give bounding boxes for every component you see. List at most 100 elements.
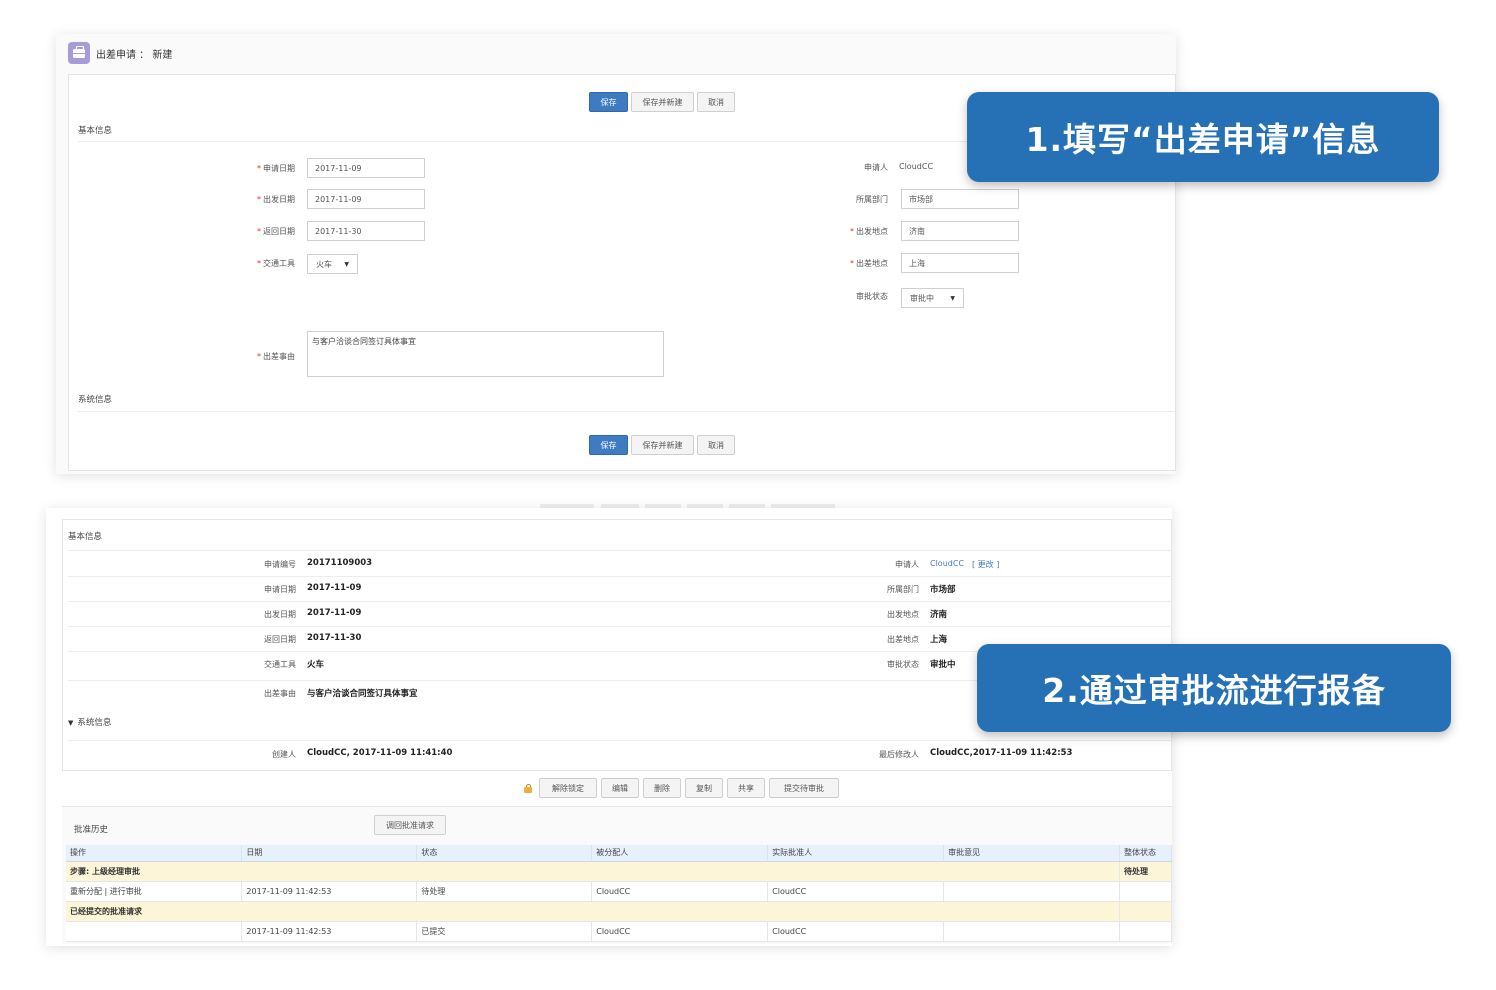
department-value: 市场部 bbox=[930, 585, 956, 595]
applicant-label: 申请人 bbox=[895, 560, 919, 569]
approval-status-select[interactable]: 审批中 ▼ bbox=[901, 288, 964, 308]
column-header: 审批意见 bbox=[943, 845, 1120, 862]
form-header: 出差申请 ： 新建 bbox=[68, 42, 172, 64]
approval-history-title: 批准历史 bbox=[74, 825, 109, 835]
overall-cell bbox=[1119, 921, 1173, 942]
section-system-info-toggle[interactable]: ▼ 系统信息 bbox=[68, 716, 111, 728]
column-header: 日期 bbox=[241, 845, 418, 862]
apply-no-label: 申请编号 bbox=[264, 560, 296, 569]
approver-cell: CloudCC bbox=[767, 921, 945, 942]
step2-callout: 2.通过审批流进行报备 bbox=[977, 644, 1451, 732]
apply-no-value: 20171109003 bbox=[307, 558, 373, 568]
trip-place-input[interactable]: 上海 bbox=[901, 253, 1019, 273]
assignee-cell: CloudCC bbox=[591, 921, 769, 942]
approval-status-label: 审批状态 bbox=[887, 660, 919, 669]
save-button-bottom[interactable]: 保存 bbox=[589, 435, 628, 455]
delete-button[interactable]: 删除 bbox=[643, 778, 681, 798]
table-row: 2017-11-09 11:42:53 已提交 CloudCC CloudCC bbox=[66, 921, 1173, 942]
change-owner-link[interactable]: [ 更改 ] bbox=[972, 559, 999, 570]
collapse-triangle-icon: ▼ bbox=[68, 719, 74, 727]
assignee-cell: CloudCC bbox=[591, 881, 769, 902]
return-date-value: 2017-11-30 bbox=[307, 633, 362, 643]
status-cell: 已提交 bbox=[416, 921, 593, 942]
creator-label: 创建人 bbox=[272, 750, 296, 759]
approval-history-table: 操作 日期 状态 被分配人 实际批准人 审批意见 整体状态 步骤: 上级经理审批… bbox=[66, 845, 1173, 942]
depart-place-label: 出发地点 bbox=[887, 610, 919, 619]
step1-callout: 1.填写“出差申请”信息 bbox=[967, 92, 1439, 182]
applicant-value: CloudCC bbox=[899, 162, 934, 171]
return-date-label: * 返回日期 bbox=[257, 227, 295, 236]
cancel-button[interactable]: 取消 bbox=[697, 92, 735, 112]
column-header: 被分配人 bbox=[591, 845, 769, 862]
copy-button[interactable]: 复制 bbox=[685, 778, 723, 798]
transport-label: * 交通工具 bbox=[257, 259, 295, 268]
share-button[interactable]: 共享 bbox=[727, 778, 765, 798]
approval-status-label: 审批状态 bbox=[856, 292, 888, 301]
column-header: 状态 bbox=[416, 845, 593, 862]
approval-history-section: 批准历史 调回批准请求 操作 日期 状态 被分配人 实际批准人 审批意见 整体状… bbox=[62, 806, 1173, 944]
depart-date-input[interactable]: 2017-11-09 bbox=[307, 189, 425, 209]
row-divider bbox=[68, 601, 1172, 602]
overall-cell bbox=[1119, 881, 1173, 902]
modifier-value: CloudCC,2017-11-09 11:42:53 bbox=[930, 748, 1073, 758]
reason-textarea[interactable]: 与客户洽谈合同签订具体事宜 bbox=[307, 331, 664, 377]
depart-place-label: * 出发地点 bbox=[850, 227, 888, 236]
depart-place-value: 济南 bbox=[930, 610, 948, 620]
modifier-label: 最后修改人 bbox=[879, 750, 919, 759]
row-divider bbox=[68, 626, 1172, 627]
table-row: 重新分配 | 进行审批 2017-11-09 11:42:53 待处理 Clou… bbox=[66, 881, 1173, 902]
apply-date-input[interactable]: 2017-11-09 bbox=[307, 158, 425, 178]
action-links[interactable]: 重新分配 | 进行审批 bbox=[66, 881, 243, 902]
step-label: 已经提交的批准请求 bbox=[66, 901, 1120, 922]
save-and-new-button[interactable]: 保存并新建 bbox=[631, 92, 694, 112]
overall-status: 待处理 bbox=[1119, 861, 1173, 882]
depart-place-input[interactable]: 济南 bbox=[901, 221, 1019, 241]
submit-for-approval-button[interactable]: 提交待审批 bbox=[769, 778, 839, 798]
date-cell: 2017-11-09 11:42:53 bbox=[241, 881, 418, 902]
depart-date-label: * 出发日期 bbox=[257, 195, 295, 204]
section-system-info: 系统信息 bbox=[78, 395, 113, 405]
edit-button[interactable]: 编辑 bbox=[601, 778, 639, 798]
bottom-button-bar: 保存 保存并新建 取消 bbox=[589, 435, 735, 455]
approval-status-value: 审批中 bbox=[930, 660, 956, 670]
department-label: 所属部门 bbox=[887, 585, 919, 594]
reason-value: 与客户洽谈合同签订具体事宜 bbox=[307, 689, 418, 699]
section-divider bbox=[78, 411, 1174, 412]
chevron-down-icon: ▼ bbox=[344, 260, 349, 268]
cancel-button-bottom[interactable]: 取消 bbox=[697, 435, 735, 455]
lock-icon bbox=[524, 783, 532, 793]
return-date-input[interactable]: 2017-11-30 bbox=[307, 221, 425, 241]
applicant-label: 申请人 bbox=[864, 163, 888, 172]
creator-value: CloudCC, 2017-11-09 11:41:40 bbox=[307, 748, 453, 758]
department-label: 所属部门 bbox=[856, 195, 888, 204]
applicant-link[interactable]: CloudCC bbox=[930, 559, 964, 568]
depart-date-label: 出发日期 bbox=[264, 610, 296, 619]
chevron-down-icon: ▼ bbox=[950, 294, 955, 302]
recall-approval-button[interactable]: 调回批准请求 bbox=[374, 815, 446, 835]
detail-action-bar: 解除锁定 编辑 删除 复制 共享 提交待审批 bbox=[524, 778, 839, 798]
briefcase-icon bbox=[68, 42, 90, 64]
trip-place-value: 上海 bbox=[930, 635, 948, 645]
table-row: 步骤: 上级经理审批 待处理 bbox=[66, 861, 1173, 882]
reason-label: 出差事由 bbox=[264, 689, 296, 698]
apply-date-value: 2017-11-09 bbox=[307, 583, 362, 593]
status-cell: 待处理 bbox=[416, 881, 593, 902]
save-button[interactable]: 保存 bbox=[589, 92, 628, 112]
transport-select[interactable]: 火车 ▼ bbox=[307, 254, 358, 274]
unlock-button[interactable]: 解除锁定 bbox=[539, 778, 597, 798]
approver-cell: CloudCC bbox=[767, 881, 945, 902]
department-input[interactable]: 市场部 bbox=[901, 189, 1019, 209]
depart-date-value: 2017-11-09 bbox=[307, 608, 362, 618]
action-links bbox=[66, 921, 243, 942]
table-row: 已经提交的批准请求 bbox=[66, 901, 1173, 922]
row-divider bbox=[68, 576, 1172, 577]
apply-date-label: 申请日期 bbox=[264, 585, 296, 594]
transport-value: 火车 bbox=[307, 660, 325, 670]
row-divider bbox=[68, 740, 1172, 741]
save-and-new-button-bottom[interactable]: 保存并新建 bbox=[631, 435, 694, 455]
date-cell: 2017-11-09 11:42:53 bbox=[241, 921, 418, 942]
table-header-row: 操作 日期 状态 被分配人 实际批准人 审批意见 整体状态 bbox=[66, 845, 1173, 862]
reason-label: * 出差事由 bbox=[257, 352, 295, 361]
column-header: 实际批准人 bbox=[767, 845, 945, 862]
top-button-bar: 保存 保存并新建 取消 bbox=[589, 92, 735, 112]
